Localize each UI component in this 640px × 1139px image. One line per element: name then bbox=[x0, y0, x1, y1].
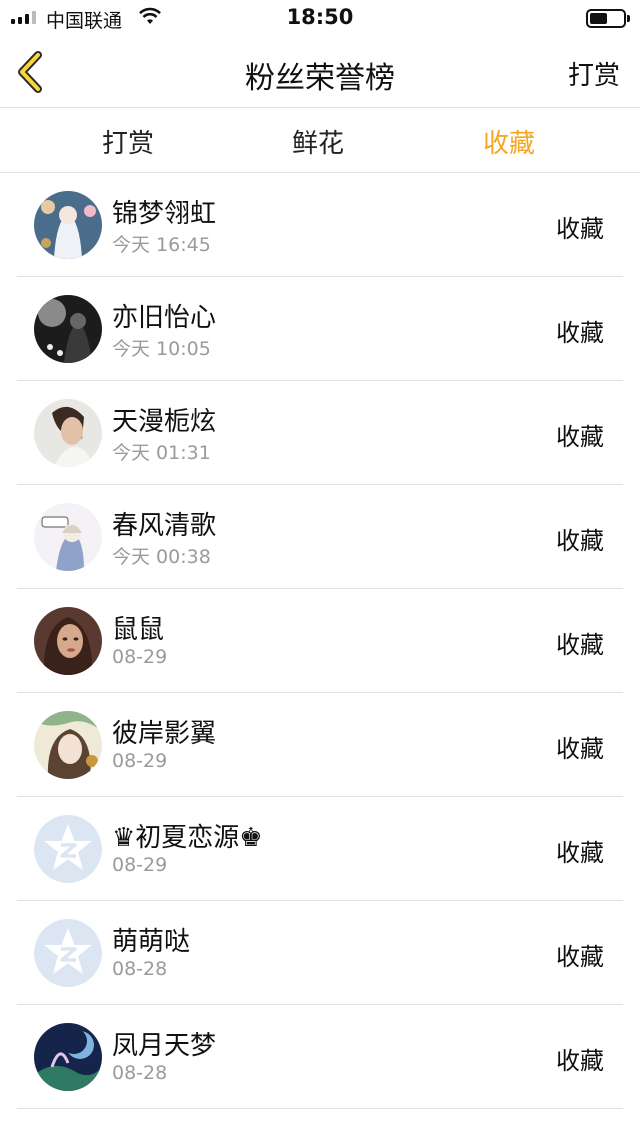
timestamp: 08-29 bbox=[112, 750, 168, 772]
fan-list: 锦梦翎虹 今天 16:45 收藏 亦旧怡心 今天 10:05 收藏 天漫栀炫 今… bbox=[0, 173, 640, 1109]
row-action-label: 收藏 bbox=[556, 215, 604, 243]
list-item[interactable]: 锦梦翎虹 今天 16:45 收藏 bbox=[0, 173, 640, 277]
default-avatar-icon bbox=[34, 815, 102, 883]
user-name: ♛初夏恋源♚ bbox=[112, 823, 263, 853]
user-name: 春风清歌 bbox=[112, 511, 217, 541]
row-action-label: 收藏 bbox=[556, 1047, 604, 1075]
timestamp: 08-29 bbox=[112, 646, 168, 668]
tab-favorites[interactable]: 收藏 bbox=[483, 123, 535, 160]
row-action-label: 收藏 bbox=[556, 423, 604, 451]
user-name: 彼岸影翼 bbox=[112, 719, 217, 749]
timestamp: 今天 00:38 bbox=[112, 546, 211, 568]
user-name: 凤月天梦 bbox=[112, 1031, 217, 1061]
timestamp: 今天 01:31 bbox=[112, 442, 211, 464]
user-name: 天漫栀炫 bbox=[112, 407, 217, 437]
avatar bbox=[34, 399, 102, 467]
list-item[interactable]: 凤月天梦 08-28 收藏 bbox=[0, 1005, 640, 1109]
timestamp: 08-28 bbox=[112, 958, 168, 980]
default-avatar-icon bbox=[34, 919, 102, 987]
row-action-label: 收藏 bbox=[556, 943, 604, 971]
battery-icon bbox=[586, 9, 630, 28]
nav-bar: 粉丝荣誉榜 打赏 bbox=[0, 36, 640, 108]
user-name: 鼠鼠 bbox=[112, 615, 165, 645]
tab-flowers[interactable]: 鲜花 bbox=[292, 123, 344, 160]
avatar bbox=[34, 607, 102, 675]
reward-button[interactable]: 打赏 bbox=[568, 55, 620, 92]
status-bar: 中国联通 18:50 bbox=[0, 0, 640, 36]
list-item[interactable]: 萌萌哒 08-28 收藏 bbox=[0, 901, 640, 1005]
list-item[interactable]: ♛初夏恋源♚ 08-29 收藏 bbox=[0, 797, 640, 901]
avatar bbox=[34, 711, 102, 779]
avatar bbox=[34, 295, 102, 363]
timestamp: 08-29 bbox=[112, 854, 168, 876]
user-name: 亦旧怡心 bbox=[112, 303, 217, 333]
row-action-label: 收藏 bbox=[556, 631, 604, 659]
timestamp: 今天 16:45 bbox=[112, 234, 211, 256]
user-name: 锦梦翎虹 bbox=[112, 199, 217, 229]
list-item[interactable]: 彼岸影翼 08-29 收藏 bbox=[0, 693, 640, 797]
list-item[interactable]: 鼠鼠 08-29 收藏 bbox=[0, 589, 640, 693]
avatar bbox=[34, 191, 102, 259]
avatar bbox=[34, 1023, 102, 1091]
row-action-label: 收藏 bbox=[556, 735, 604, 763]
status-time: 18:50 bbox=[286, 5, 354, 29]
row-action-label: 收藏 bbox=[556, 527, 604, 555]
user-name: 萌萌哒 bbox=[112, 927, 191, 957]
page-title: 粉丝荣誉榜 bbox=[245, 61, 395, 96]
tab-bar: 打赏 鲜花 收藏 bbox=[0, 109, 640, 173]
timestamp: 08-28 bbox=[112, 1062, 168, 1084]
list-item[interactable]: 春风清歌 今天 00:38 收藏 bbox=[0, 485, 640, 589]
row-action-label: 收藏 bbox=[556, 839, 604, 867]
list-item[interactable]: 天漫栀炫 今天 01:31 收藏 bbox=[0, 381, 640, 485]
list-item[interactable]: 亦旧怡心 今天 10:05 收藏 bbox=[0, 277, 640, 381]
row-action-label: 收藏 bbox=[556, 319, 604, 347]
tab-reward[interactable]: 打赏 bbox=[102, 123, 154, 160]
avatar bbox=[34, 503, 102, 571]
timestamp: 今天 10:05 bbox=[112, 338, 211, 360]
